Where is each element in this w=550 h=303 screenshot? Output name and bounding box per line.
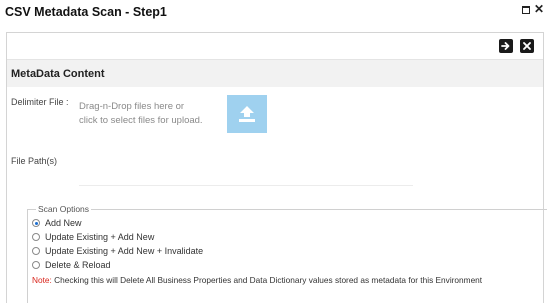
scan-options-legend: Scan Options [36, 204, 92, 214]
radio-button[interactable] [32, 247, 40, 255]
file-dropzone[interactable]: Drag-n-Drop files here or click to selec… [79, 100, 229, 128]
upload-button[interactable] [227, 95, 267, 133]
window-title: CSV Metadata Scan - Step1 [5, 5, 167, 19]
file-path-field[interactable] [79, 185, 413, 186]
radio-delete-reload[interactable]: Delete & Reload [32, 260, 111, 270]
close-window-icon[interactable]: ✕ [534, 2, 544, 16]
delete-warning-note: Note: Checking this will Delete All Busi… [32, 275, 482, 285]
dropzone-line-1: Drag-n-Drop files here or [79, 101, 185, 112]
radio-update-existing-add-new-invalidate[interactable]: Update Existing + Add New + Invalidate [32, 246, 203, 256]
note-text: Checking this will Delete All Business P… [51, 275, 483, 285]
arrow-right-icon [501, 42, 510, 50]
next-button[interactable] [499, 39, 513, 53]
section-header: MetaData Content [7, 59, 543, 87]
toolbar [7, 33, 543, 59]
radio-button[interactable] [32, 219, 40, 227]
radio-label: Update Existing + Add New + Invalidate [45, 246, 204, 256]
section-title: MetaData Content [11, 68, 105, 80]
maximize-icon[interactable] [522, 6, 530, 14]
scan-options-group: Scan Options Add New Update Existing + A… [27, 204, 547, 303]
file-path-label: File Path(s) [11, 156, 58, 166]
radio-label: Delete & Reload [45, 260, 111, 270]
wizard-panel: MetaData Content Delimiter File : Drag-n… [6, 32, 547, 303]
radio-add-new[interactable]: Add New [32, 218, 82, 228]
upload-icon [239, 106, 255, 122]
delimiter-file-label: Delimiter File : [11, 97, 69, 107]
title-bar: CSV Metadata Scan - Step1 ✕ [0, 0, 550, 26]
close-icon [523, 42, 531, 50]
radio-update-existing-add-new[interactable]: Update Existing + Add New [32, 232, 154, 242]
close-button[interactable] [520, 39, 534, 53]
radio-label: Update Existing + Add New [45, 232, 155, 242]
radio-button[interactable] [32, 233, 40, 241]
radio-button[interactable] [32, 261, 40, 269]
radio-label: Add New [45, 218, 82, 228]
dropzone-line-2: click to select files for upload. [79, 115, 203, 126]
note-prefix: Note: [32, 275, 52, 285]
